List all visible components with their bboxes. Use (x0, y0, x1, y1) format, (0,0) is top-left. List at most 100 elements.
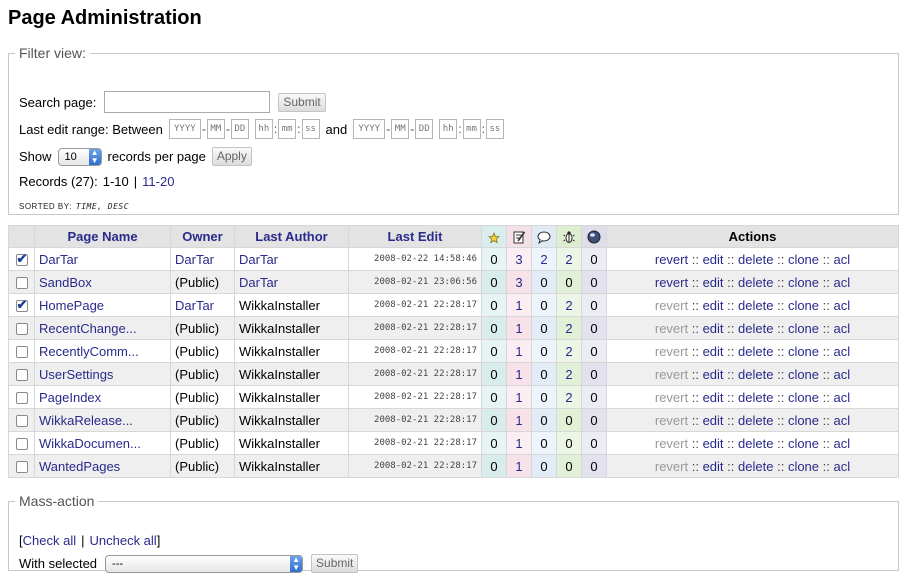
revisions-link[interactable]: 1 (515, 390, 522, 405)
edit-link[interactable]: edit (703, 413, 724, 428)
revisions-link[interactable]: 1 (515, 367, 522, 382)
clone-link[interactable]: clone (788, 459, 819, 474)
edit-link[interactable]: edit (703, 275, 724, 290)
from-hour-field[interactable]: hh (254, 119, 273, 139)
clone-link[interactable]: clone (788, 252, 819, 267)
delete-link[interactable]: delete (738, 413, 773, 428)
mass-action-select[interactable]: --- ▲ ▼ (105, 554, 304, 573)
delete-link[interactable]: delete (738, 298, 773, 313)
last-edit-header[interactable]: Last Edit (348, 225, 482, 248)
owner-value[interactable]: DarTar (175, 298, 214, 313)
revisions-link[interactable]: 1 (515, 413, 522, 428)
acl-link[interactable]: acl (834, 252, 851, 267)
page-name-link[interactable]: WantedPages (39, 459, 120, 474)
records-per-page-select[interactable]: 10 ▲ ▼ (57, 147, 102, 166)
acl-link[interactable]: acl (834, 390, 851, 405)
to-month-field[interactable]: MM (391, 119, 410, 139)
delete-link[interactable]: delete (738, 344, 773, 359)
acl-link[interactable]: acl (834, 275, 851, 290)
delete-link[interactable]: delete (738, 390, 773, 405)
delete-link[interactable]: delete (738, 321, 773, 336)
revert-link[interactable]: revert (655, 252, 688, 267)
to-minute-field[interactable]: mm (462, 119, 481, 139)
page-name-link[interactable]: UserSettings (39, 367, 113, 382)
row-checkbox[interactable] (15, 297, 28, 313)
author-value[interactable]: DarTar (239, 252, 278, 267)
revisions-link[interactable]: 1 (515, 321, 522, 336)
from-day-field[interactable]: DD (230, 119, 249, 139)
from-second-field[interactable]: ss (301, 119, 320, 139)
edit-link[interactable]: edit (703, 367, 724, 382)
row-checkbox[interactable] (15, 438, 28, 451)
page-name-link[interactable]: WikkaDocumen... (39, 436, 141, 451)
row-checkbox[interactable] (15, 323, 28, 336)
revisions-link[interactable]: 1 (515, 298, 522, 313)
page-name-link[interactable]: PageIndex (39, 390, 101, 405)
delete-link[interactable]: delete (738, 367, 773, 382)
to-year-field[interactable]: YYYY (353, 119, 386, 139)
edit-link[interactable]: edit (703, 344, 724, 359)
acl-link[interactable]: acl (834, 413, 851, 428)
clone-link[interactable]: clone (788, 344, 819, 359)
edit-link[interactable]: edit (703, 321, 724, 336)
page-name-link[interactable]: WikkaRelease... (39, 413, 133, 428)
clone-link[interactable]: clone (788, 390, 819, 405)
revisions-link[interactable]: 3 (515, 252, 522, 267)
page-name-link[interactable]: RecentlyComm... (39, 344, 139, 359)
revisions-link[interactable]: 1 (515, 436, 522, 451)
edit-link[interactable]: edit (703, 390, 724, 405)
clone-link[interactable]: clone (788, 367, 819, 382)
edit-link[interactable]: edit (703, 252, 724, 267)
page-name-link[interactable]: DarTar (39, 252, 78, 267)
acl-link[interactable]: acl (834, 321, 851, 336)
to-second-field[interactable]: ss (485, 119, 504, 139)
owner-header[interactable]: Owner (170, 225, 235, 248)
delete-link[interactable]: delete (738, 275, 773, 290)
revisions-link[interactable]: 3 (515, 275, 522, 290)
apply-button[interactable]: Apply (211, 147, 252, 166)
row-checkbox[interactable] (15, 461, 28, 474)
from-year-field[interactable]: YYYY (168, 119, 201, 139)
page-name-link[interactable]: SandBox (39, 275, 92, 290)
revisions-link[interactable]: 1 (515, 344, 522, 359)
clone-link[interactable]: clone (788, 298, 819, 313)
page-link-next[interactable]: 11-20 (142, 174, 174, 189)
clone-link[interactable]: clone (788, 275, 819, 290)
page-name-link[interactable]: RecentChange... (39, 321, 137, 336)
page-name-link[interactable]: HomePage (39, 298, 104, 313)
row-checkbox[interactable] (15, 415, 28, 428)
acl-link[interactable]: acl (834, 298, 851, 313)
clone-link[interactable]: clone (788, 321, 819, 336)
sort-owner-link[interactable]: Owner (182, 229, 222, 244)
row-checkbox[interactable] (15, 369, 28, 382)
mass-submit-button[interactable]: Submit (311, 554, 359, 573)
revert-link[interactable]: revert (655, 275, 688, 290)
edit-link[interactable]: edit (703, 298, 724, 313)
delete-link[interactable]: delete (738, 252, 773, 267)
check-all-link[interactable]: Check all (23, 533, 76, 548)
sort-author-link[interactable]: Last Author (255, 229, 327, 244)
delete-link[interactable]: delete (738, 459, 773, 474)
owner-value[interactable]: DarTar (175, 252, 214, 267)
delete-link[interactable]: delete (738, 436, 773, 451)
edit-link[interactable]: edit (703, 436, 724, 451)
uncheck-all-link[interactable]: Uncheck all (89, 533, 156, 548)
search-submit-button[interactable]: Submit (278, 92, 326, 112)
last-author-header[interactable]: Last Author (234, 225, 349, 248)
from-minute-field[interactable]: mm (278, 119, 297, 139)
from-month-field[interactable]: MM (206, 119, 225, 139)
sort-last-edit-link[interactable]: Last Edit (388, 229, 443, 244)
clone-link[interactable]: clone (788, 413, 819, 428)
row-checkbox[interactable] (15, 392, 28, 405)
search-page-input[interactable] (104, 91, 271, 113)
acl-link[interactable]: acl (834, 344, 851, 359)
row-checkbox[interactable] (15, 346, 28, 359)
author-value[interactable]: DarTar (239, 275, 278, 290)
page-name-header[interactable]: Page Name (34, 225, 171, 248)
acl-link[interactable]: acl (834, 367, 851, 382)
acl-link[interactable]: acl (834, 459, 851, 474)
acl-link[interactable]: acl (834, 436, 851, 451)
sort-page-name-link[interactable]: Page Name (67, 229, 137, 244)
to-day-field[interactable]: DD (415, 119, 434, 139)
row-checkbox[interactable] (15, 277, 28, 290)
